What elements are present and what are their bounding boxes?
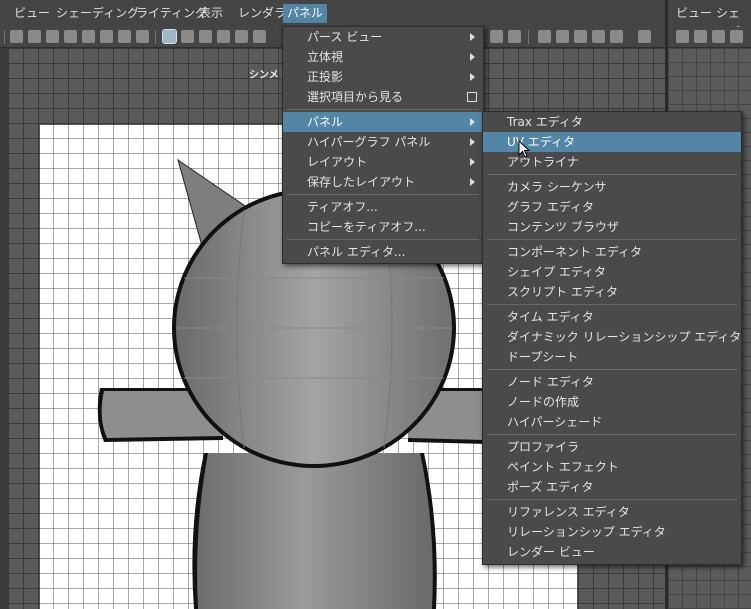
panels-menu: パース ビュー 立体視 正投影 選択項目から見る パネル ハイパーグラフ パネル…: [282, 26, 484, 264]
submenu-item-relationship-editor[interactable]: リレーションシップ エディタ: [483, 522, 741, 542]
menu-item-panel-editor[interactable]: パネル エディタ...: [283, 242, 483, 262]
toolbar-separator: [4, 30, 5, 44]
exposure-icon[interactable]: [610, 30, 623, 43]
grid-toggle-icon[interactable]: [82, 30, 95, 43]
menu-item-perspective[interactable]: パース ビュー: [283, 27, 483, 47]
menu-item-label: 選択項目から見る: [307, 90, 404, 104]
menu-renderer[interactable]: レンダラ: [234, 4, 290, 23]
submenu-item-dynamic-relationship-editor[interactable]: ダイナミック リレーションシップ エディタ: [483, 327, 741, 347]
menu-separator: [287, 194, 479, 195]
toolbar-separator: [155, 30, 156, 44]
menu-shading[interactable]: シェーディング: [52, 4, 143, 23]
backface-icon[interactable]: [592, 30, 605, 43]
menu-item-label: 正投影: [307, 70, 344, 84]
menu-separator: [487, 369, 737, 370]
menu-item-hypergraph-panel[interactable]: ハイパーグラフ パネル: [283, 132, 483, 152]
camera-attributes-icon[interactable]: [28, 30, 41, 43]
ao-icon[interactable]: [490, 30, 503, 43]
menu-panels[interactable]: パネル: [283, 4, 328, 23]
menu-item-label: 立体視: [307, 50, 344, 64]
option-box-icon[interactable]: [467, 92, 477, 102]
submenu-item-pose-editor[interactable]: ポーズ エディタ: [483, 477, 741, 497]
menu-shading-right[interactable]: シェーディ: [712, 4, 751, 58]
menu-view-right[interactable]: ビュー: [672, 4, 716, 23]
submenu-item-hypershade[interactable]: ハイパーシェード: [483, 412, 741, 432]
submenu-item-graph-editor[interactable]: グラフ エディタ: [483, 197, 741, 217]
submenu-arrow-icon: [470, 53, 475, 61]
menu-item-tear-off-copy[interactable]: コピーをティアオフ...: [283, 217, 483, 237]
submenu-item-component-editor[interactable]: コンポーネント エディタ: [483, 242, 741, 262]
menu-separator: [487, 499, 737, 500]
menu-item-label: ハイパーグラフ パネル: [307, 135, 431, 149]
submenu-arrow-icon: [470, 33, 475, 41]
submenu-arrow-icon: [470, 138, 475, 146]
shadows-icon[interactable]: [253, 30, 266, 43]
menu-separator: [287, 109, 479, 110]
menu-bar: ビュー シェーディング ライティング 表示 レンダラ パネル ビュー シェーディ: [0, 0, 751, 58]
submenu-item-content-browser[interactable]: コンテンツ ブラウザ: [483, 217, 741, 237]
camera-select-icon[interactable]: [10, 30, 23, 43]
pan-zoom-icon[interactable]: [136, 30, 149, 43]
camera-select-right-icon[interactable]: [676, 30, 689, 43]
antialias-icon[interactable]: [508, 30, 521, 43]
image-plane-right-icon[interactable]: [730, 30, 743, 43]
submenu-item-trax-editor[interactable]: Trax エディタ: [483, 112, 741, 132]
panel-submenu: Trax エディタ UV エディタ アウトライナ カメラ シーケンサ グラフ エ…: [482, 111, 742, 565]
settings-icon[interactable]: [638, 30, 651, 43]
menu-separator: [487, 304, 737, 305]
submenu-item-shape-editor[interactable]: シェイプ エディタ: [483, 262, 741, 282]
submenu-arrow-icon: [470, 158, 475, 166]
submenu-item-node-editor[interactable]: ノード エディタ: [483, 372, 741, 392]
submenu-arrow-icon: [470, 178, 475, 186]
submenu-item-time-editor[interactable]: タイム エディタ: [483, 307, 741, 327]
menu-item-panel[interactable]: パネル: [283, 112, 483, 132]
xray-icon[interactable]: [556, 30, 569, 43]
submenu-item-reference-editor[interactable]: リファレンス エディタ: [483, 502, 741, 522]
textured-icon[interactable]: [217, 30, 230, 43]
wireframe-on-shaded-icon[interactable]: [199, 30, 212, 43]
menu-item-look-through-selected[interactable]: 選択項目から見る: [283, 87, 483, 107]
submenu-item-render-view[interactable]: レンダー ビュー: [483, 542, 741, 562]
submenu-item-camera-sequencer[interactable]: カメラ シーケンサ: [483, 177, 741, 197]
menu-show[interactable]: 表示: [195, 4, 227, 23]
submenu-item-script-editor[interactable]: スクリプト エディタ: [483, 282, 741, 302]
submenu-arrow-icon: [470, 118, 475, 126]
menu-view[interactable]: ビュー: [10, 4, 54, 23]
menu-item-label: 保存したレイアウト: [307, 175, 416, 189]
menu-item-layouts[interactable]: レイアウト: [283, 152, 483, 172]
menu-item-tear-off[interactable]: ティアオフ...: [283, 197, 483, 217]
submenu-item-create-node[interactable]: ノードの作成: [483, 392, 741, 412]
isolate-select-icon[interactable]: [538, 30, 551, 43]
mouse-cursor-icon: [518, 140, 531, 158]
image-plane-icon[interactable]: [64, 30, 77, 43]
resolution-gate-icon[interactable]: [118, 30, 131, 43]
menu-item-label: パース ビュー: [307, 30, 383, 44]
bookmark-icon[interactable]: [46, 30, 59, 43]
menu-separator: [287, 239, 479, 240]
submenu-arrow-icon: [470, 73, 475, 81]
body-mesh: [197, 453, 433, 609]
submenu-item-dope-sheet[interactable]: ドープシート: [483, 347, 741, 367]
camera-attributes-right-icon[interactable]: [694, 30, 707, 43]
lights-icon[interactable]: [235, 30, 248, 43]
smooth-shade-icon[interactable]: [181, 30, 194, 43]
xray-joints-icon[interactable]: [574, 30, 587, 43]
submenu-item-profiler[interactable]: プロファイラ: [483, 437, 741, 457]
menu-separator: [487, 174, 737, 175]
wireframe-icon[interactable]: [162, 29, 177, 44]
menu-item-orthographic[interactable]: 正投影: [283, 67, 483, 87]
bookmark-right-icon[interactable]: [712, 30, 725, 43]
submenu-item-paint-effects[interactable]: ペイント エフェクト: [483, 457, 741, 477]
menu-item-stereo[interactable]: 立体視: [283, 47, 483, 67]
menu-separator: [487, 434, 737, 435]
film-gate-icon[interactable]: [100, 30, 113, 43]
menu-separator: [487, 239, 737, 240]
toolbar-separator: [528, 30, 529, 44]
menu-item-saved-layouts[interactable]: 保存したレイアウト: [283, 172, 483, 192]
menu-item-label: パネル: [307, 115, 344, 129]
menu-item-label: レイアウト: [307, 155, 368, 169]
